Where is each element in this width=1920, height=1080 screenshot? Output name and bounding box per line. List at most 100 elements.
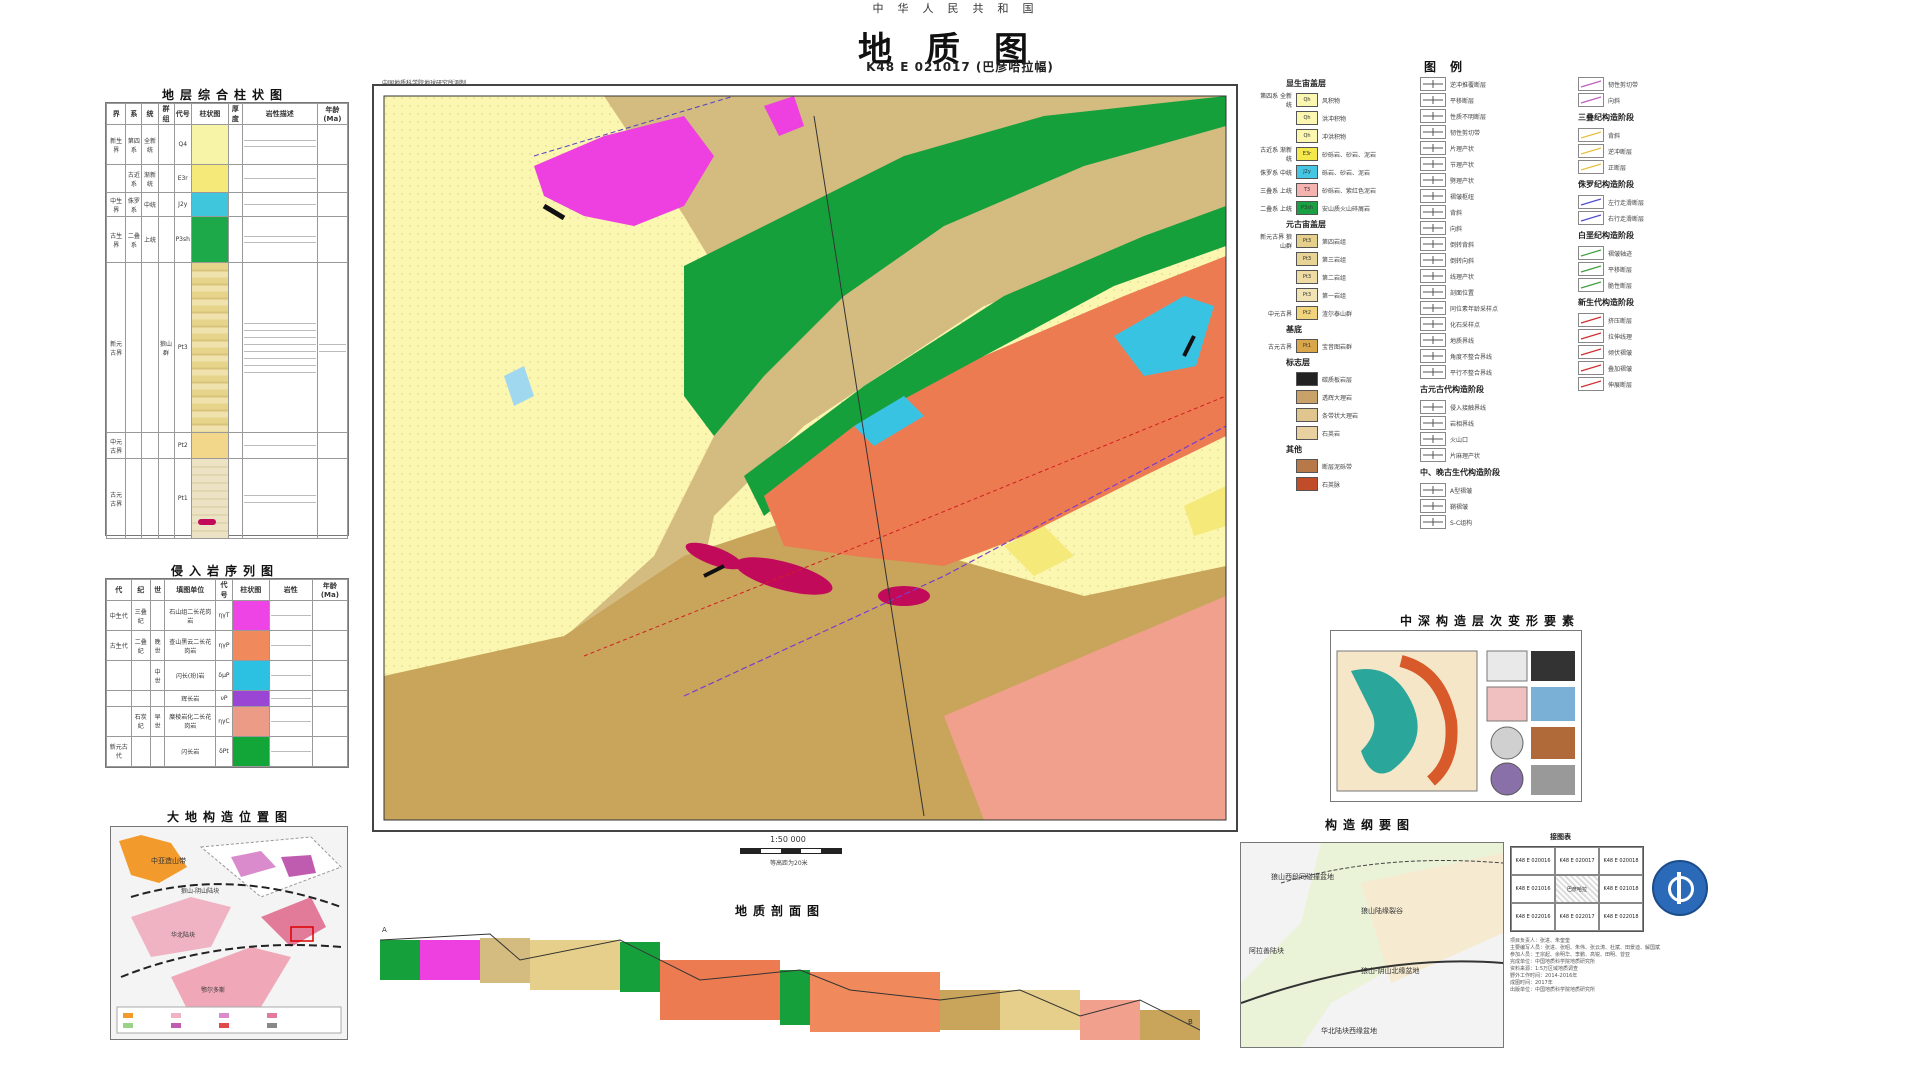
legend-label: 褶皱轴迹 (1608, 250, 1633, 258)
legend-label: 冲洪积物 (1322, 133, 1347, 141)
tectonic-title: 大地构造位置图 (166, 810, 293, 824)
legend-item: 平移断层 (1420, 92, 1570, 108)
index-cell: K48 E 020018 (1599, 847, 1643, 875)
tectonic-map-svg: 中亚造山带 狼山-阴山陆块 华北陆块 鄂尔多斯 (111, 827, 347, 1039)
tectonic-label: 中亚造山带 (151, 856, 186, 865)
legend-item: 倒转向斜 (1420, 252, 1570, 268)
country-title: 中华人民共和国 (872, 2, 1048, 15)
intrusive-table: 代 纪 世 填图单位 代号 柱状图 岩性 年龄 (Ma) 中生代 三叠纪 石山组… (106, 579, 349, 768)
legend-line-icon (1578, 77, 1604, 91)
legend-label: 砂砾岩、紫红色泥岩 (1322, 187, 1377, 195)
legend-label: 逆冲断层 (1608, 148, 1633, 156)
intr-header: 年龄 (Ma) (311, 579, 349, 601)
legend-item: 倾伏褶皱 (1578, 344, 1728, 360)
credit-line: 主要编写人员：张进、张昭、朱伟、张云涛、杜斌、田景迪、解国斌 (1510, 945, 1661, 951)
legend-line-icon (1578, 246, 1604, 260)
structure-outline-svg: 狼山西段同碰撞盆地 狼山陆缘裂谷 狼山-阴山北缘盆地 华北陆块西缘盆地 阿拉善陆… (1241, 843, 1503, 1047)
strat-swatch (190, 164, 229, 193)
legend-heading: 古元古代构造阶段 (1420, 385, 1484, 394)
legend-label: S-C组构 (1450, 519, 1473, 527)
intr-unit: 辉长岩 (164, 690, 217, 707)
map-scale: 1:50 000 (770, 835, 806, 844)
legend-symbol-icon (1420, 173, 1446, 187)
legend-label: 背斜 (1450, 209, 1463, 217)
intrusive-title: 侵入岩序列图 (170, 564, 279, 578)
legend-line-icon (1578, 345, 1604, 359)
intr-header: 代 (106, 579, 132, 601)
legend-symbol-icon (1420, 432, 1446, 446)
tectonic-label: 鄂尔多斯 (201, 986, 225, 994)
intr-unit: 闪长(玢)岩 (164, 660, 217, 692)
intr-epoch: 晚世 (150, 630, 166, 662)
intr-epoch (150, 690, 166, 707)
structure-outline-map: 狼山西段同碰撞盆地 狼山陆缘裂谷 狼山-阴山北缘盆地 华北陆块西缘盆地 阿拉善陆… (1240, 842, 1504, 1048)
legend-symbol-icon (1420, 285, 1446, 299)
credit-line: 参加人员：王宗起、余明华、李鹏、高锐、田明、曾亚 (1510, 952, 1631, 958)
legend-line-icon (1578, 160, 1604, 174)
index-cell: K48 E 022017 (1555, 903, 1599, 931)
intr-period (130, 690, 152, 707)
legend-col-2: 逆冲推覆断层 平移断层 性质不明断层 韧性剪切带 片理产状 节理产状 劈理产状 褶皱枢纽 背斜向… (1420, 76, 1570, 596)
legend-swatch: Pt1 (1296, 339, 1318, 353)
legend-swatch: Pt3 (1296, 270, 1318, 284)
intr-epoch: 早世 (150, 705, 166, 737)
credits-block: 项目负责人：张进、朱奎奎 主要编写人员：张进、张昭、朱伟、张云涛、杜斌、田景迪、解… (1510, 938, 1700, 1046)
strat-era: 新元古界 (105, 262, 127, 433)
legend-heading: 三叠纪构造阶段 (1578, 113, 1634, 122)
credit-line: 资料来源：1:5万区域地质调查 (1510, 966, 1579, 972)
strat-era: 中生界 (105, 192, 127, 217)
strat-code: Pt2 (173, 432, 192, 459)
intr-swatch (231, 705, 270, 737)
legend-symbol-icon (1420, 416, 1446, 430)
legend-swatch: Qh (1296, 129, 1318, 143)
intrusive-panel: 代 纪 世 填图单位 代号 柱状图 岩性 年龄 (Ma) 中生代 三叠纪 石山组… (105, 578, 349, 768)
legend-swatch (1296, 408, 1318, 422)
legend-label: 逆冲推覆断层 (1450, 81, 1487, 89)
legend-item: 挤压断层 (1578, 312, 1728, 328)
strat-era: 新生界 (105, 124, 127, 165)
strat-column-panel: 界 系 统 群组 代号 柱状图 厚度 岩性描述 年龄 (Ma) 新生界 第四系 … (105, 102, 349, 539)
legend-item: S-C组构 (1420, 514, 1570, 530)
index-cell: 巴彦哈拉 (1555, 875, 1599, 903)
legend-item: 平移断层 (1578, 261, 1728, 277)
legend-label: 韧性剪切带 (1450, 129, 1481, 137)
legend-label: 节理产状 (1450, 161, 1475, 169)
legend-symbol-icon (1420, 317, 1446, 331)
legend-label: 条带状大理岩 (1322, 412, 1359, 420)
legend-label: 第四岩组 (1322, 238, 1347, 246)
legend-swatch: Pt2 (1296, 306, 1318, 320)
index-cell: K48 E 022016 (1511, 903, 1555, 931)
legend-symbol-icon (1420, 365, 1446, 379)
contour-note: 等高距为20米 (770, 860, 808, 867)
index-table-title: 接图表 (1550, 833, 1571, 841)
legend-item: 正断层 (1578, 159, 1728, 175)
legend-label: 洪冲积物 (1322, 115, 1347, 123)
legend-item: 片麻理产状 (1420, 447, 1570, 463)
legend-label: 劈理产状 (1450, 177, 1475, 185)
legend-symbol-icon (1420, 333, 1446, 347)
strat-series: 渐新统 (141, 164, 159, 193)
sheet-number: K48 E 021017 (巴彦哈拉幅) (866, 60, 1054, 74)
outline-label: 华北陆块西缘盆地 (1321, 1026, 1377, 1035)
legend-item: 脆性断层 (1578, 277, 1728, 293)
intr-era (106, 660, 132, 692)
legend-label: A型褶皱 (1450, 487, 1473, 495)
legend-label: 石英脉 (1322, 481, 1341, 489)
main-map-frame (372, 84, 1238, 832)
legend-symbol-icon (1420, 221, 1446, 235)
strat-header: 群组 (157, 103, 175, 125)
legend-item: 新元古界 狼山群 Pt3 第四岩组 (1258, 232, 1408, 250)
legend-line-icon (1578, 329, 1604, 343)
legend-label: 碳质板岩层 (1322, 376, 1353, 384)
legend-group-label: 三叠系 上统 (1260, 187, 1292, 195)
intr-era: 新元古代 (106, 735, 132, 768)
intr-code: νP (215, 690, 233, 707)
legend-label: 平行不整合界线 (1450, 369, 1493, 377)
legend-swatch: E3r (1296, 147, 1318, 161)
legend-symbol-icon (1420, 109, 1446, 123)
legend-symbol-icon (1420, 141, 1446, 155)
legend-label: 鞘褶皱 (1450, 503, 1469, 511)
legend-swatch (1296, 426, 1318, 440)
legend-label: 宝音图岩群 (1322, 343, 1353, 351)
intr-era (106, 705, 132, 737)
